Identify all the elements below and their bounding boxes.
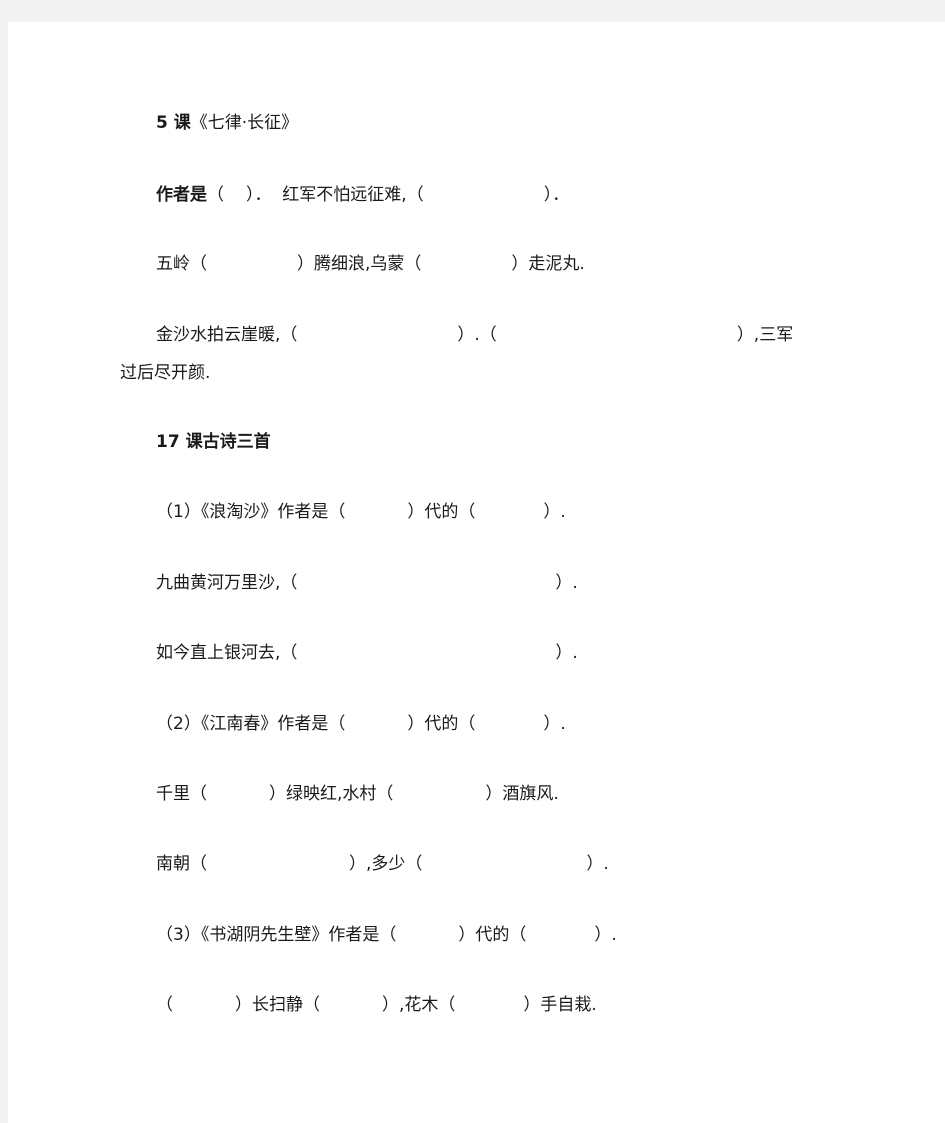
text-segment: ）.（: [457, 325, 497, 345]
blank-field[interactable]: [207, 785, 269, 803]
blank-field[interactable]: [422, 855, 586, 873]
text-segment: ）,花木（: [382, 995, 456, 1015]
blank-field[interactable]: [421, 255, 511, 273]
text-segment: ）走泥丸.: [511, 254, 585, 274]
blank-field[interactable]: [207, 255, 297, 273]
blank-field[interactable]: [526, 926, 594, 944]
blank-field[interactable]: [424, 186, 544, 204]
section-heading-lesson-17: 17 课古诗三首: [156, 432, 271, 452]
blank-field[interactable]: [393, 785, 485, 803]
text-segment: 金沙水拍云崖暖,（: [156, 325, 298, 345]
blank-field[interactable]: [297, 644, 555, 662]
text-segment: （2）《江南春》作者是（: [156, 714, 346, 734]
blank-field[interactable]: [497, 326, 737, 344]
blank-field[interactable]: [224, 186, 246, 204]
fill-in-line: 如今直上银河去,（ ）.: [156, 642, 578, 664]
fill-in-line: 五岭（ ）腾细浪,乌蒙（ ）走泥丸.: [156, 253, 585, 275]
blank-field[interactable]: [173, 996, 235, 1014]
fill-in-line-author: 作者是（ ）． 红军不怕远征难,（ ）．: [156, 184, 569, 206]
text-segment: ）长扫静（: [235, 995, 320, 1015]
text-segment: ）酒旗风.: [485, 784, 559, 804]
lesson-title: 《七律·长征》: [190, 113, 299, 133]
text-segment: ）代的（: [407, 502, 476, 522]
blank-field[interactable]: [297, 326, 457, 344]
text-segment: ）,多少（: [349, 854, 423, 874]
fill-in-line-poem-3-author: （3）《书湖阴先生壁》作者是（ ）代的（ ）.: [156, 924, 617, 946]
text-segment: ）．: [543, 185, 570, 205]
text-segment: ）.: [594, 925, 617, 945]
fill-in-line: （ ）长扫静（ ）,花木（ ）手自栽.: [156, 994, 597, 1016]
fill-in-line-poem-2-author: （2）《江南春》作者是（ ）代的（ ）.: [156, 713, 566, 735]
author-label: 作者是: [156, 185, 207, 205]
fill-in-line: 千里（ ）绿映红,水村（ ）酒旗风.: [156, 783, 559, 805]
fill-in-line-continuation: 过后尽开颜.: [120, 363, 211, 383]
text-segment: ）.: [543, 714, 566, 734]
text-segment: ）代的（: [458, 925, 527, 945]
blank-field[interactable]: [297, 574, 555, 592]
text-segment: （: [156, 995, 173, 1015]
fill-in-line: 南朝（ ）,多少（ ）.: [156, 853, 609, 875]
blank-field[interactable]: [475, 503, 543, 521]
text-segment: ）代的（: [407, 714, 476, 734]
text-segment: ）.: [555, 643, 578, 663]
section-heading-lesson-5: 5 课《七律·长征》: [156, 112, 298, 134]
text-segment: 九曲黄河万里沙,（: [156, 573, 298, 593]
text-segment: ）.: [543, 502, 566, 522]
fill-in-line-poem-1-author: （1）《浪淘沙》作者是（ ）代的（ ）.: [156, 501, 566, 523]
blank-field[interactable]: [320, 996, 382, 1014]
text-segment: 千里（: [156, 784, 207, 804]
text-segment: （: [207, 185, 224, 205]
blank-field[interactable]: [345, 715, 407, 733]
text-segment: ）.: [586, 854, 609, 874]
text-segment: （1）《浪淘沙》作者是（: [156, 502, 346, 522]
text-segment: （3）《书湖阴先生壁》作者是（: [156, 925, 397, 945]
text-segment: ）,三军: [736, 325, 794, 345]
text-segment: 如今直上银河去,（: [156, 643, 298, 663]
blank-field[interactable]: [207, 855, 349, 873]
text-segment: 南朝（: [156, 854, 207, 874]
text-segment: 五岭（: [156, 254, 207, 274]
text-segment: ）腾细浪,乌蒙（: [297, 254, 422, 274]
blank-field[interactable]: [475, 715, 543, 733]
lesson-number: 5 课: [156, 113, 191, 133]
text-segment: ）绿映红,水村（: [269, 784, 394, 804]
fill-in-line: 九曲黄河万里沙,（ ）.: [156, 572, 578, 594]
text-segment: ）． 红军不怕远征难,（: [246, 185, 424, 205]
fill-in-line: 金沙水拍云崖暖,（ ）.（ ）,三军: [156, 324, 793, 346]
text-segment: ）.: [555, 573, 578, 593]
text-segment: ）手自栽.: [523, 995, 597, 1015]
blank-field[interactable]: [455, 996, 523, 1014]
blank-field[interactable]: [345, 503, 407, 521]
blank-field[interactable]: [396, 926, 458, 944]
